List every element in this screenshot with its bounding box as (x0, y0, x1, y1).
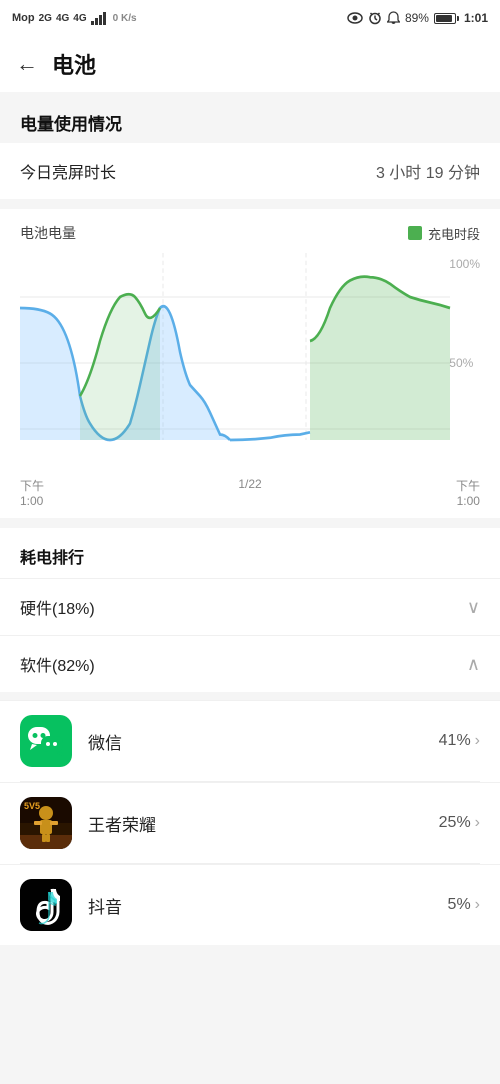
douyin-percent: 5% (448, 896, 471, 914)
hardware-chevron-icon: ∨ (467, 597, 480, 618)
time-label: 1:01 (464, 11, 488, 25)
hardware-row[interactable]: 硬件(18%) ∨ (0, 578, 500, 635)
eye-icon (347, 12, 363, 24)
back-button[interactable]: ← (16, 53, 38, 75)
app-item-honor[interactable]: 5V5 王者荣耀 25% › (0, 782, 500, 863)
data-speed: 0 K/s (113, 13, 137, 24)
honor-icon: 5V5 (20, 797, 72, 849)
battery-chart-section: 电池电量 充电时段 (0, 209, 500, 518)
signal-4g1: 4G (56, 13, 69, 24)
wechat-icon (20, 715, 72, 767)
alarm-icon (368, 11, 382, 25)
battery-percent: 89% (405, 11, 429, 25)
signal-4g2: 4G (73, 13, 86, 24)
honor-chevron-icon: › (475, 814, 480, 832)
status-right: 89% 1:01 (347, 11, 488, 25)
app-item-wechat[interactable]: 微信 41% › (0, 700, 500, 781)
honor-right: 25% › (439, 814, 480, 832)
battery-icon (434, 13, 459, 24)
page-header: ← 电池 (0, 36, 500, 92)
screen-time-row: 今日亮屏时长 3 小时 19 分钟 (0, 143, 500, 199)
x-label-start: 下午1:00 (20, 477, 44, 508)
chart-legend: 充电时段 (408, 224, 480, 243)
divider-2 (0, 518, 500, 528)
douyin-name: 抖音 (88, 893, 432, 918)
app-item-douyin[interactable]: 抖音 5% › (0, 864, 500, 945)
screen-time-label: 今日亮屏时长 (20, 159, 116, 183)
status-bar: Mop 2G 4G 4G 0 K/s 89% (0, 0, 500, 36)
software-label: 软件(82%) (20, 652, 95, 676)
battery-chart: 100% 50% 0% (20, 253, 480, 473)
signal-bars-icon (91, 12, 109, 25)
chart-header: 电池电量 充电时段 (20, 223, 480, 243)
wechat-logo-svg (27, 726, 65, 756)
douyin-chevron-icon: › (475, 896, 480, 914)
chart-x-labels: 下午1:00 1/22 下午1:00 (20, 473, 480, 508)
page-title: 电池 (52, 48, 96, 80)
software-chevron-icon: ∧ (467, 654, 480, 675)
wechat-right: 41% › (439, 732, 480, 750)
status-left: Mop 2G 4G 4G 0 K/s (12, 12, 137, 25)
douyin-logo-svg (20, 879, 72, 931)
legend-color-dot (408, 226, 422, 240)
hardware-label: 硬件(18%) (20, 595, 95, 619)
x-label-end: 下午1:00 (456, 477, 480, 508)
ranking-title: 耗电排行 (0, 528, 500, 578)
wechat-name: 微信 (88, 729, 423, 754)
divider-1 (0, 199, 500, 209)
software-row[interactable]: 软件(82%) ∧ (0, 635, 500, 692)
honor-logo-svg: 5V5 (20, 797, 72, 849)
honor-percent: 25% (439, 814, 471, 832)
svg-text:5V5: 5V5 (24, 801, 40, 811)
honor-name: 王者荣耀 (88, 811, 423, 836)
chart-left-label: 电池电量 (20, 223, 76, 243)
section-usage-title: 电量使用情况 (0, 92, 500, 143)
signal-2g: 2G (39, 13, 52, 24)
bell-icon (387, 11, 400, 25)
douyin-icon (20, 879, 72, 931)
brand-label: Mop (12, 12, 35, 24)
divider-3 (0, 692, 500, 700)
douyin-right: 5% › (448, 896, 480, 914)
legend-label: 充电时段 (428, 224, 480, 243)
bottom-padding (0, 945, 500, 1005)
chart-svg (20, 253, 480, 473)
wechat-percent: 41% (439, 732, 471, 750)
screen-time-value: 3 小时 19 分钟 (376, 159, 480, 183)
x-label-mid: 1/22 (238, 477, 261, 508)
wechat-chevron-icon: › (475, 732, 480, 750)
